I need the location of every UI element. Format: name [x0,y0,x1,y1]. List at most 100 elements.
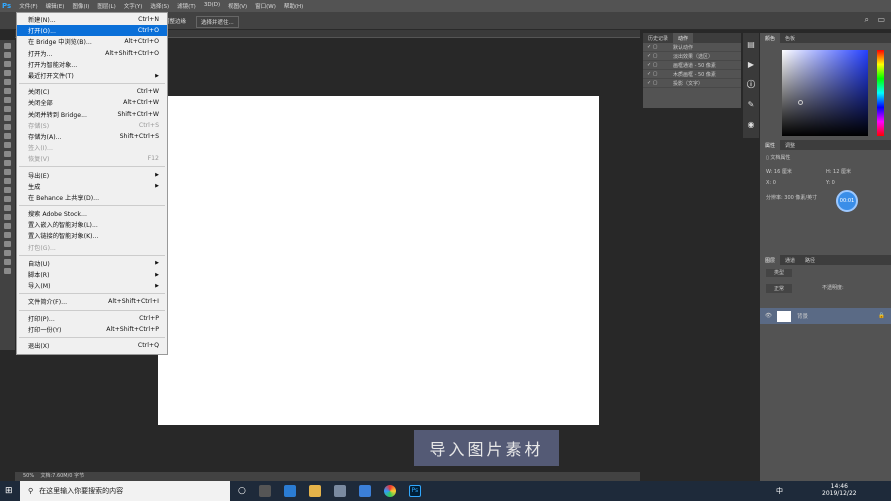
menu-item[interactable]: 生成 ▶ [17,181,167,192]
app-icon[interactable] [333,485,346,497]
menu-4[interactable]: 文字(Y) [124,2,143,10]
menu-item[interactable]: 脚本(R) ▶ [17,269,167,280]
browser-icon[interactable] [283,485,296,497]
lock-icon[interactable]: 🔒 [878,313,885,319]
action-row[interactable]: ✓ ▢ 默认动作 [643,43,741,52]
check-icon[interactable]: ✓ ▢ [647,80,673,86]
clock[interactable]: 14:46 2019/12/22 [822,483,857,497]
tab-properties[interactable]: 属性 [760,140,781,150]
cortana-icon[interactable]: ○ [238,486,246,496]
tab-adjustments[interactable]: 调整 [780,140,800,150]
app-icon[interactable] [358,485,371,497]
tool-icon[interactable] [4,133,11,139]
tool-icon[interactable] [4,250,11,256]
x-field[interactable]: X: 0 [766,180,826,186]
tool-icon[interactable] [4,160,11,166]
menu-item[interactable]: 恢复(V) F12 [17,153,167,164]
menu-item[interactable]: 打包(G)... [17,242,167,253]
tool-icon[interactable] [4,52,11,58]
menu-0[interactable]: 文件(F) [19,2,37,10]
tool-icon[interactable] [4,106,11,112]
tab-swatches[interactable]: 色板 [780,33,800,43]
blend-mode-select[interactable]: 正常 [766,284,793,293]
layer-filter-select[interactable]: 类型 [766,269,793,277]
menu-1[interactable]: 编辑(E) [46,2,65,10]
menu-item[interactable]: 退出(X) Ctrl+Q [17,340,167,351]
photos-icon[interactable] [383,485,396,497]
menu-item[interactable]: 签入(I)... [17,142,167,153]
tool-icon[interactable] [4,43,11,49]
menu-3[interactable]: 图层(L) [97,2,115,10]
menu-item[interactable]: 导入(M) ▶ [17,280,167,291]
menu-item[interactable]: 存储为(A)... Shift+Ctrl+S [17,131,167,142]
menu-item[interactable]: 打印(P)... Ctrl+P [17,313,167,324]
menu-item[interactable]: 搜索 Adobe Stock... [17,208,167,219]
menu-item[interactable]: 在 Bridge 中浏览(B)... Alt+Ctrl+O [17,36,167,47]
y-field[interactable]: Y: 0 [826,180,835,186]
menu-item[interactable]: 在 Behance 上共享(D)... [17,192,167,203]
tool-icon[interactable] [4,178,11,184]
tool-icon[interactable] [4,97,11,103]
menu-7[interactable]: 3D(D) [204,2,220,10]
tool-icon[interactable] [4,124,11,130]
hue-slider[interactable] [877,50,884,136]
tool-icon[interactable] [4,151,11,157]
action-row[interactable]: ✓ ▢ 投影（文字） [643,79,741,88]
play-icon[interactable]: ▶ [747,60,756,69]
file-explorer-icon[interactable] [308,485,321,497]
tab-paths[interactable]: 路径 [800,255,820,265]
menu-item[interactable]: 置入嵌入的智能对象(L)... [17,219,167,230]
menu-9[interactable]: 窗口(W) [255,2,276,10]
tool-icon[interactable] [4,115,11,121]
search-icon[interactable]: ⌕ [865,15,869,25]
menu-8[interactable]: 视图(V) [228,2,247,10]
opacity-label[interactable]: 不透明度: [822,284,844,293]
menu-6[interactable]: 滤镜(T) [177,2,196,10]
ime-indicator[interactable]: 中 [776,486,783,496]
menu-item[interactable]: 打开为智能对象... [17,59,167,70]
task-view-icon[interactable] [258,485,271,497]
tab-history[interactable]: 历史记录 [643,33,673,43]
color-picker-field[interactable] [782,50,868,136]
menu-5[interactable]: 选择(S) [150,2,169,10]
document-canvas[interactable] [158,96,599,425]
tool-icon[interactable] [4,232,11,238]
eye-icon[interactable]: 👁 [765,313,772,319]
action-row[interactable]: ✓ ▢ 淡出效果（选区） [643,52,741,61]
tool-icon[interactable] [4,142,11,148]
tool-icon[interactable] [4,205,11,211]
tool-icon[interactable] [4,79,11,85]
tab-layers[interactable]: 图层 [760,255,781,265]
menu-item[interactable]: 新建(N)... Ctrl+N [17,14,167,25]
photoshop-taskbar-icon[interactable]: Ps [408,485,421,497]
tool-icon[interactable] [4,268,11,274]
height-field[interactable]: H: 12 厘米 [826,168,851,175]
layer-row[interactable]: 👁 背景 🔒 [760,308,891,324]
check-icon[interactable]: ✓ ▢ [647,62,673,68]
width-field[interactable]: W: 16 厘米 [766,168,826,175]
action-row[interactable]: ✓ ▢ 画框通道 - 50 像素 [643,61,741,70]
menu-item[interactable]: 导出(E) ▶ [17,169,167,180]
menu-item[interactable]: 关闭并转到 Bridge... Shift+Ctrl+W [17,109,167,120]
tab-actions[interactable]: 动作 [673,33,694,43]
menu-item[interactable]: 打印一份(Y) Alt+Shift+Ctrl+P [17,324,167,335]
menu-item[interactable]: 最近打开文件(T) ▶ [17,70,167,81]
menu-item[interactable]: 打开(O)... Ctrl+O [17,25,167,37]
menu-item[interactable]: 存储(S) Ctrl+S [17,120,167,131]
workspace-icon[interactable]: ▭ [877,15,885,24]
history-icon[interactable]: ▤ [747,40,756,49]
tool-icon[interactable] [4,241,11,247]
select-and-mask-button[interactable]: 选择并遮住... [196,16,239,28]
tab-color[interactable]: 颜色 [760,33,781,43]
tab-channels[interactable]: 通道 [780,255,800,265]
taskbar-search[interactable]: ⚲ 在这里输入你要搜索的内容 [20,481,230,501]
tool-icon[interactable] [4,88,11,94]
check-icon[interactable]: ✓ ▢ [647,53,673,59]
tool-icon[interactable] [4,223,11,229]
check-icon[interactable]: ✓ ▢ [647,44,673,50]
menu-2[interactable]: 图像(I) [72,2,89,10]
windows-start-icon[interactable]: ⊞ [5,486,13,496]
menu-item[interactable]: 关闭全部 Alt+Ctrl+W [17,97,167,108]
menu-10[interactable]: 帮助(H) [284,2,303,10]
tool-icon[interactable] [4,259,11,265]
